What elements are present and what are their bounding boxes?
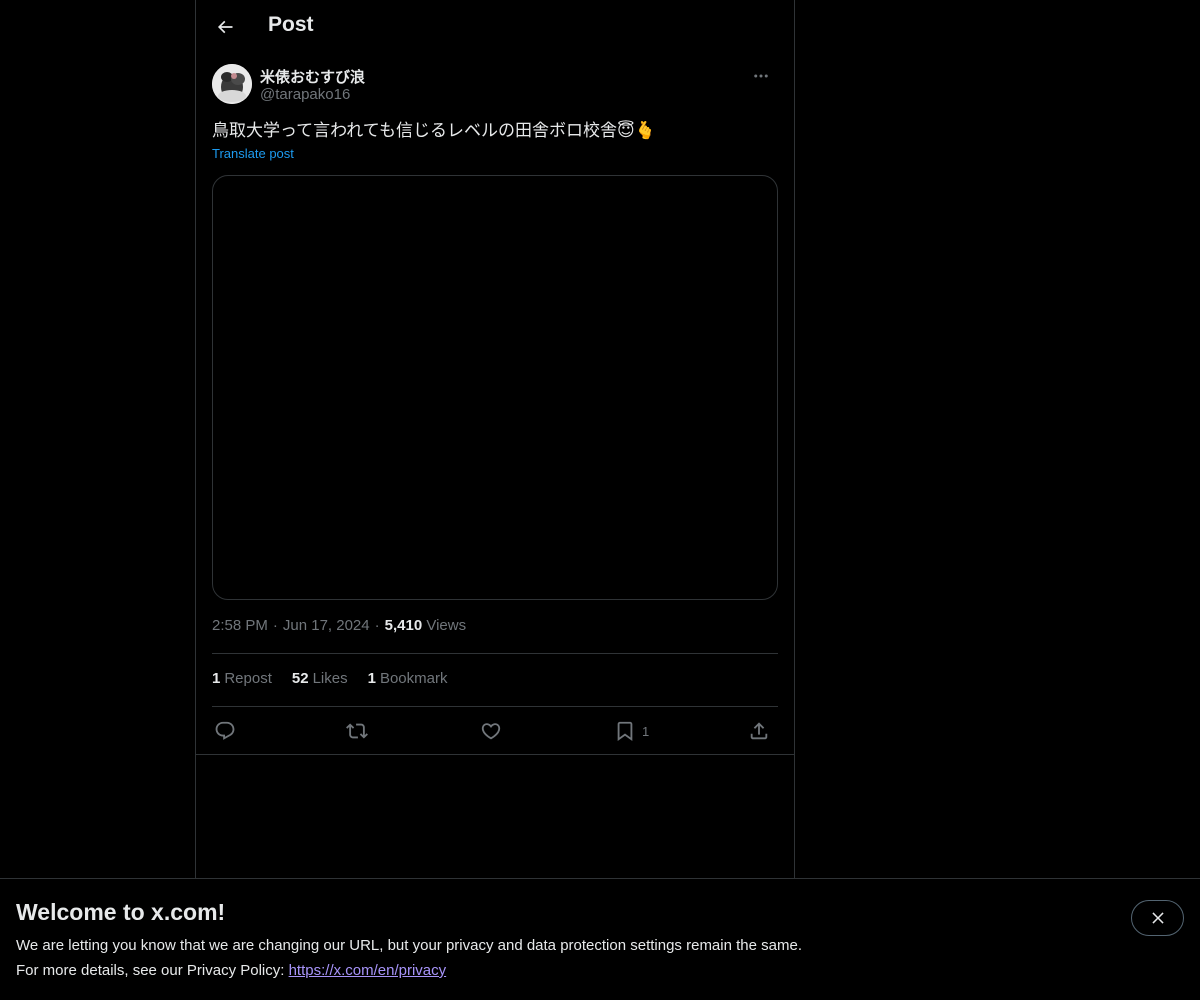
banner-close-button[interactable] [1131, 900, 1184, 936]
views-count: 5,410 [384, 617, 423, 634]
like-button[interactable] [480, 716, 502, 746]
banner-privacy-prefix: For more details, see our Privacy Policy… [16, 962, 289, 979]
more-options-button[interactable] [744, 64, 778, 88]
divider [212, 653, 778, 654]
avatar-image [212, 64, 252, 104]
likes-label: Likes [312, 670, 348, 687]
bookmarks-stat[interactable]: 1 Bookmark [368, 670, 448, 687]
repost-icon [346, 723, 368, 739]
arrow-left-icon [217, 20, 233, 34]
heart-icon [481, 723, 501, 740]
meta-separator: · [272, 617, 278, 634]
bookmarks-count: 1 [367, 670, 376, 687]
divider [212, 706, 778, 707]
bookmark-icon [617, 721, 633, 742]
welcome-banner: Welcome to x.com! We are letting you kno… [0, 878, 1200, 1000]
display-name[interactable]: 米俵おむすび浪 [260, 66, 365, 87]
bookmark-button[interactable]: 1 [614, 716, 649, 746]
reposts-stat[interactable]: 1 Repost [212, 670, 272, 687]
views-label: Views [426, 617, 467, 634]
banner-title: Welcome to x.com! [16, 899, 226, 925]
more-horizontal-icon [754, 74, 768, 78]
share-button[interactable] [748, 716, 770, 746]
bookmark-action-count: 1 [642, 723, 650, 739]
meta-separator: · [374, 617, 380, 634]
user-handle[interactable]: @tarapako16 [260, 86, 350, 103]
divider [196, 754, 794, 755]
reply-button[interactable] [214, 716, 236, 746]
likes-count: 52 [291, 670, 309, 687]
back-button[interactable] [208, 10, 242, 44]
reposts-label: Repost [224, 670, 272, 687]
post-stats: 1 Repost 52 Likes 1 Bookmark [212, 670, 447, 687]
post-column: Post 米俵おむすび浪 @tarapako16 鳥取大学って言われても信じるレ… [195, 0, 795, 1000]
share-icon [750, 722, 768, 740]
bookmarks-label: Bookmark [379, 670, 448, 687]
close-icon [1151, 912, 1164, 924]
banner-privacy-line: For more details, see our Privacy Policy… [16, 962, 446, 979]
post-metadata: 2:58 PM · Jun 17, 2024 · 5,410 Views [212, 617, 466, 634]
reply-icon [215, 721, 235, 740]
privacy-policy-link[interactable]: https://x.com/en/privacy [289, 962, 447, 979]
avatar[interactable] [212, 64, 252, 104]
likes-stat[interactable]: 52 Likes [292, 670, 348, 687]
author-row: 米俵おむすび浪 @tarapako16 [212, 64, 778, 108]
post-date[interactable]: Jun 17, 2024 [283, 617, 370, 634]
translate-post-link[interactable]: Translate post [212, 146, 294, 161]
post-media[interactable] [212, 175, 778, 600]
post-time[interactable]: 2:58 PM [212, 617, 268, 634]
repost-button[interactable] [346, 716, 368, 746]
top-bar: Post [196, 0, 794, 54]
banner-message: We are letting you know that we are chan… [16, 937, 802, 954]
post-text: 鳥取大学って言われても信じるレベルの田舎ボロ校舎😇🫰 [212, 121, 656, 140]
page-title: Post [268, 13, 314, 36]
action-bar: 1 [212, 716, 778, 746]
reposts-count: 1 [212, 670, 221, 687]
